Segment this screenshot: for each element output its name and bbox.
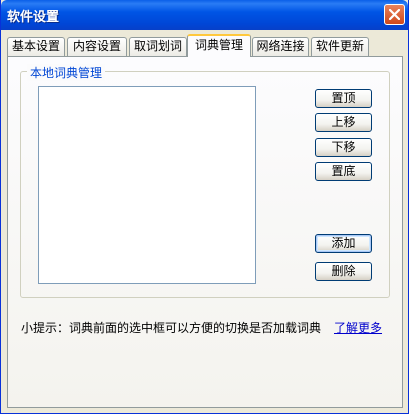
tab-panel: 本地词典管理 置顶 上移 下移 置底 添加 删除 小提示：词典前面的选中框可以方… <box>7 56 403 408</box>
move-to-top-button[interactable]: 置顶 <box>315 89 372 108</box>
tab-word-capture[interactable]: 取词划词 <box>129 37 187 56</box>
hint-text: 小提示：词典前面的选中框可以方便的切换是否加载词典 <box>21 321 322 335</box>
move-up-button[interactable]: 上移 <box>315 113 372 132</box>
close-icon <box>389 9 400 20</box>
tab-basic-settings[interactable]: 基本设置 <box>7 37 65 56</box>
tab-network-connection[interactable]: 网络连接 <box>252 37 309 56</box>
add-button[interactable]: 添加 <box>315 234 372 253</box>
close-button[interactable] <box>384 4 405 25</box>
tab-content-settings[interactable]: 内容设置 <box>67 37 127 56</box>
title-bar[interactable]: 软件设置 <box>1 0 408 30</box>
dictionary-list[interactable] <box>38 86 256 284</box>
learn-more-link[interactable]: 了解更多 <box>334 319 382 336</box>
group-title: 本地词典管理 <box>27 64 106 81</box>
window-title: 软件设置 <box>7 10 60 25</box>
delete-button[interactable]: 删除 <box>315 262 372 281</box>
tab-software-update[interactable]: 软件更新 <box>311 37 369 56</box>
move-down-button[interactable]: 下移 <box>315 138 372 157</box>
settings-window: 软件设置 基本设置 内容设置 取词划词 词典管理 网络连接 软件更新 本地词典管… <box>0 0 409 414</box>
tab-dictionary-management[interactable]: 词典管理 <box>187 34 251 57</box>
local-dictionary-group: 本地词典管理 置顶 上移 下移 置底 添加 删除 <box>20 64 390 298</box>
move-to-bottom-button[interactable]: 置底 <box>315 162 372 181</box>
